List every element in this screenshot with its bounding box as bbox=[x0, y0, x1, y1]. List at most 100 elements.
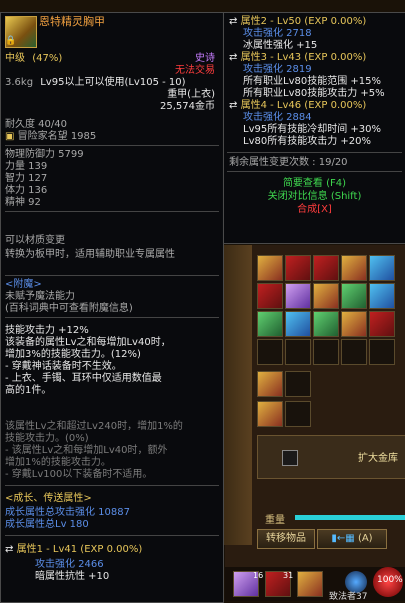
inventory-slot[interactable] bbox=[313, 283, 339, 309]
attr4-title: 属性4 - Lv46 (EXP 0.00%) bbox=[240, 100, 367, 111]
divider bbox=[5, 317, 219, 318]
stat-line: 智力 127 bbox=[5, 173, 48, 184]
inventory-slot[interactable] bbox=[285, 401, 311, 427]
weight-label: 重量 bbox=[265, 515, 285, 526]
attr4-row: ⇄ 属性4 - Lv46 (EXP 0.00%) bbox=[229, 100, 405, 112]
expand-vault-label[interactable]: 扩大金库 bbox=[358, 449, 398, 464]
inventory-slot[interactable] bbox=[257, 339, 283, 365]
inventory-slot[interactable] bbox=[341, 339, 367, 365]
skill-line: 增加3%的技能攻击力。(12%) bbox=[5, 349, 141, 360]
divider bbox=[5, 535, 219, 536]
divider bbox=[227, 171, 402, 172]
attr-swap-icon: ⇄ bbox=[5, 544, 14, 555]
material-change-title: 可以材质变更 bbox=[5, 235, 65, 246]
move-items-button[interactable]: 转移物品 bbox=[257, 529, 315, 549]
synthesize-link[interactable]: 合成[X] bbox=[223, 204, 405, 216]
inventory-slot[interactable] bbox=[257, 283, 283, 309]
rarity-label: 史诗 bbox=[195, 53, 215, 64]
attr-swap-icon: ⇄ bbox=[229, 52, 238, 63]
item-tooltip: 🔒 恩特精灵胸甲 中级 (47%) 史诗 无法交易 3.6kg Lv95以上可以… bbox=[0, 12, 224, 603]
attr-swap-icon: ⇄ bbox=[229, 100, 238, 111]
expand-vault-panel: 扩大金库 bbox=[257, 435, 405, 479]
brief-view-link[interactable]: 简要查看 (F4) bbox=[223, 178, 405, 190]
remaining-changes: 剩余属性变更次数 : 19/20 bbox=[229, 157, 348, 168]
item-name: 恩特精灵胸甲 bbox=[39, 15, 105, 28]
inactive-line: - 穿戴Lv100以下装备时不适用。 bbox=[5, 469, 153, 480]
enchant-status: 未赋予魔法能力 bbox=[5, 291, 75, 302]
inactive-line: 技能攻击力。(0%) bbox=[5, 433, 89, 444]
attr4-line: Lv95所有技能冷却时间 +30% bbox=[243, 124, 381, 135]
skill-line: 技能攻击力 +12% bbox=[5, 325, 89, 336]
enchant-hint: (百科词典中可查看附魔信息) bbox=[5, 303, 133, 314]
skill-line: 该装备的属性Lv之和每增加Lv40时， bbox=[5, 337, 171, 348]
attr1-line: 攻击强化 2466 bbox=[35, 559, 104, 570]
inventory-slot[interactable] bbox=[369, 283, 395, 309]
stat-line: 力量 139 bbox=[5, 161, 48, 172]
divider bbox=[5, 275, 219, 276]
hp-percent: 100% bbox=[377, 575, 403, 585]
inventory-slot[interactable] bbox=[313, 311, 339, 337]
inventory-slot[interactable] bbox=[257, 401, 283, 427]
attr2-line: 冰属性强化 +15 bbox=[243, 40, 318, 51]
growth-title: <成长、传送属性> bbox=[5, 493, 92, 504]
inventory-slot[interactable] bbox=[341, 255, 367, 281]
grade-label: 中级 bbox=[5, 53, 25, 64]
stat-line: 物理防御力 5799 bbox=[5, 149, 84, 160]
fame-icon: ▣ bbox=[5, 131, 15, 142]
inventory-slot[interactable] bbox=[313, 339, 339, 365]
item-count: 31 bbox=[283, 571, 294, 580]
inventory-slot[interactable] bbox=[341, 311, 367, 337]
inventory-slot[interactable] bbox=[369, 255, 395, 281]
fame-row: ▣ 冒险家名望 1985 bbox=[5, 131, 223, 143]
sort-button[interactable]: ▮←▦ (A) bbox=[317, 529, 387, 549]
inactive-line: - 该属性Lv之和每增加Lv40时，额外 bbox=[5, 445, 168, 456]
divider bbox=[5, 485, 219, 486]
attr4-line: Lv80所有技能攻击力 +20% bbox=[243, 136, 371, 147]
attr1-line: 暗属性抗性 +10 bbox=[35, 571, 110, 582]
sort-shortcut: (A) bbox=[357, 533, 373, 544]
inventory-slot[interactable] bbox=[257, 371, 283, 397]
close-compare-link[interactable]: 关闭对比信息 (Shift) bbox=[223, 191, 405, 203]
inactive-line: 该属性Lv之和超过Lv240时，增加1%的 bbox=[5, 421, 183, 432]
divider bbox=[5, 211, 219, 212]
material-change-desc: 转换为板甲时，适用辅助职业专属属性 bbox=[5, 249, 175, 260]
inventory-slot[interactable] bbox=[285, 371, 311, 397]
grade-percent: (47%) bbox=[32, 53, 63, 64]
inventory-slot[interactable] bbox=[285, 255, 311, 281]
inventory-slot[interactable] bbox=[341, 283, 367, 309]
divider bbox=[5, 145, 219, 146]
attr2-row: ⇄ 属性2 - Lv50 (EXP 0.00%) bbox=[229, 16, 405, 28]
attr3-row: ⇄ 属性3 - Lv43 (EXP 0.00%) bbox=[229, 52, 405, 64]
inventory-slot[interactable] bbox=[369, 339, 395, 365]
inventory-slot[interactable] bbox=[285, 283, 311, 309]
inventory-slot[interactable] bbox=[285, 311, 311, 337]
lock-icon: 🔒 bbox=[5, 36, 17, 46]
inventory-slot[interactable] bbox=[257, 255, 283, 281]
inventory-slot[interactable] bbox=[313, 255, 339, 281]
attr2-line: 攻击强化 2718 bbox=[243, 28, 312, 39]
attr3-line: 所有职业Lv80技能范围 +15% bbox=[243, 76, 381, 87]
skill-line: 高的1件。 bbox=[5, 385, 52, 396]
weight-value: 3.6kg bbox=[5, 77, 34, 88]
sort-icon: ▮←▦ bbox=[331, 533, 355, 544]
inventory-slot[interactable] bbox=[369, 311, 395, 337]
inactive-line: 增加1%的技能攻击力。 bbox=[5, 457, 111, 468]
attr1-title: 属性1 - Lv41 (EXP 0.00%) bbox=[16, 544, 143, 555]
inventory-slot[interactable] bbox=[285, 339, 311, 365]
item-price: 25,574金币 bbox=[160, 101, 215, 112]
skill-line: - 穿戴神话装备时不生效。 bbox=[5, 361, 122, 372]
trade-status: 无法交易 bbox=[175, 65, 215, 76]
attr3-title: 属性3 - Lv43 (EXP 0.00%) bbox=[240, 52, 367, 63]
quick-slot[interactable] bbox=[297, 571, 323, 597]
level-row: 3.6kg Lv95以上可以使用(Lv105 - 10) bbox=[5, 77, 223, 89]
level-requirement: Lv95以上可以使用(Lv105 - 10) bbox=[40, 77, 186, 88]
gold-display: 致法者37 bbox=[329, 592, 368, 602]
attr3-line: 所有职业Lv80技能攻击力 +5% bbox=[243, 88, 385, 99]
stat-line: 精神 92 bbox=[5, 197, 41, 208]
inventory-slot[interactable] bbox=[257, 311, 283, 337]
weight-bar bbox=[295, 515, 405, 520]
attr1-row: ⇄ 属性1 - Lv41 (EXP 0.00%) bbox=[5, 544, 223, 556]
adventurer-fame: 冒险家名望 1985 bbox=[17, 131, 97, 142]
attr3-line: 攻击强化 2819 bbox=[243, 64, 312, 75]
armor-type: 重甲(上衣) bbox=[167, 89, 215, 100]
